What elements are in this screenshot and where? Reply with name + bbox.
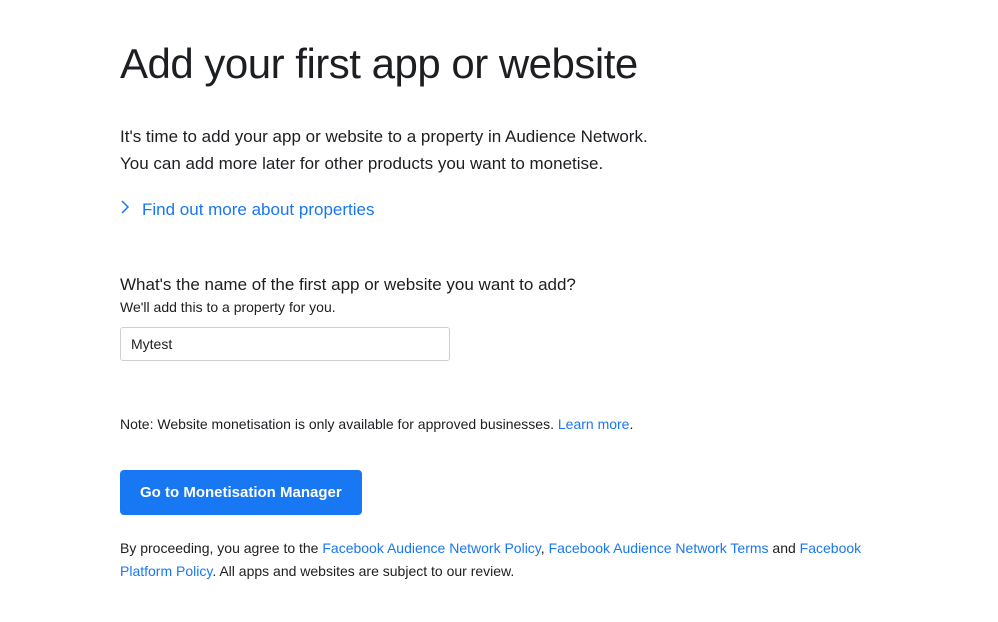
note-prefix: Note: Website monetisation is only avail… (120, 416, 558, 432)
app-name-input[interactable] (120, 327, 450, 361)
app-name-subtext: We'll add this to a property for you. (120, 299, 878, 315)
agreement-sep1: , (541, 540, 549, 556)
agreement-text: By proceeding, you agree to the Facebook… (120, 537, 878, 582)
audience-network-terms-link[interactable]: Facebook Audience Network Terms (549, 540, 769, 556)
page-title: Add your first app or website (120, 40, 878, 88)
chevron-right-icon (120, 199, 130, 220)
agreement-sep2: and (769, 540, 800, 556)
go-to-monetisation-manager-button[interactable]: Go to Monetisation Manager (120, 470, 362, 515)
intro-line-1: It's time to add your app or website to … (120, 127, 648, 146)
app-name-question: What's the name of the first app or webs… (120, 275, 878, 295)
note-text: Note: Website monetisation is only avail… (120, 416, 878, 432)
find-out-more-label: Find out more about properties (142, 200, 374, 220)
learn-more-link[interactable]: Learn more (558, 416, 630, 432)
note-suffix: . (629, 416, 633, 432)
audience-network-policy-link[interactable]: Facebook Audience Network Policy (322, 540, 540, 556)
intro-paragraph: It's time to add your app or website to … (120, 123, 878, 177)
find-out-more-link[interactable]: Find out more about properties (120, 199, 878, 220)
agreement-suffix: . All apps and websites are subject to o… (212, 563, 514, 579)
intro-line-2: You can add more later for other product… (120, 154, 603, 173)
agreement-prefix: By proceeding, you agree to the (120, 540, 322, 556)
